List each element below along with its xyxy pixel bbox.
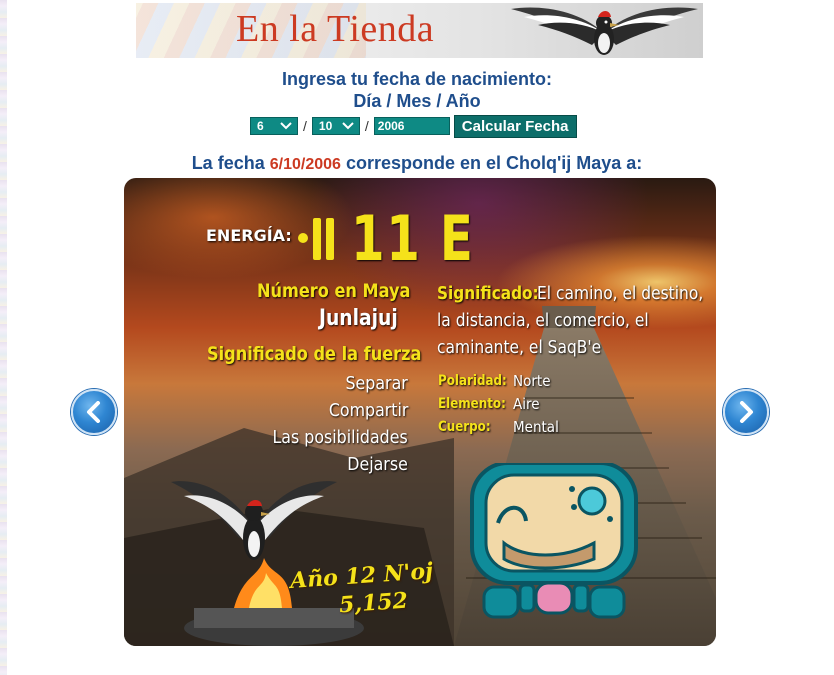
chevron-right-icon [740, 401, 753, 423]
bird-illustration-icon [171, 481, 337, 560]
meaning-line: caminante, el SaqB'e [437, 337, 602, 358]
date-separator: / [303, 118, 307, 134]
force-meaning-item: Dejarse [347, 454, 408, 475]
meaning-label: Significado: [437, 283, 539, 304]
force-meaning-item: Separar [345, 373, 408, 394]
result-suffix: corresponde en el Cholq'ij Maya a: [345, 153, 643, 173]
year-input[interactable]: 2006 [373, 117, 450, 135]
maya-number-label: Número en Maya [257, 280, 411, 302]
result-prefix: La fecha [191, 153, 265, 173]
element-label: Elemento: [438, 396, 506, 412]
chevron-down-icon [342, 122, 354, 130]
body-value: Mental [513, 418, 559, 436]
date-input-row: 6 / 10 / 2006 Calcular Fecha [250, 114, 577, 138]
store-banner[interactable]: En la Tienda [136, 3, 703, 58]
result-heading: La fecha 6/10/2006 corresponde en el Cho… [0, 153, 834, 174]
previous-day-button[interactable] [71, 389, 117, 435]
maya-number-bars-icon [298, 218, 334, 260]
result-date: 6/10/2006 [269, 156, 341, 173]
year-number: 5,152 [338, 587, 409, 619]
element-value: Aire [513, 395, 540, 413]
month-select-value: 10 [318, 119, 333, 133]
meaning-line: El camino, el destino, [537, 283, 704, 304]
force-meaning-item: Las posibilidades [272, 427, 408, 448]
form-prompt: Ingresa tu fecha de nacimiento: [281, 69, 553, 89]
date-separator: / [364, 118, 369, 134]
month-select[interactable]: 10 [311, 117, 360, 135]
energy-label: ENERGÍA: [206, 226, 292, 245]
calculate-date-button[interactable]: Calcular Fecha [453, 114, 577, 138]
form-format-hint: Día / Mes / Año [353, 91, 481, 111]
cholqij-result-card: ENERGÍA: 11 E Número en Maya Junlajuj Si… [124, 178, 716, 646]
chevron-left-icon [87, 401, 100, 423]
energy-value: 11 E [351, 202, 475, 275]
chevron-down-icon [280, 122, 292, 130]
polarity-label: Polaridad: [438, 373, 507, 389]
meaning-line: la distancia, el comercio, el [437, 310, 649, 331]
bird-emblem-icon [511, 7, 698, 55]
maya-day-glyph-icon [470, 463, 638, 619]
polarity-value: Norte [513, 372, 551, 390]
day-select-value: 6 [257, 119, 264, 133]
banner-title: En la Tienda [236, 8, 435, 50]
date-form: Ingresa tu fecha de nacimiento: Día / Me… [0, 68, 834, 173]
force-meaning-label: Significado de la fuerza [207, 343, 422, 365]
body-label: Cuerpo: [438, 419, 491, 435]
day-select[interactable]: 6 [250, 117, 298, 135]
force-meaning-item: Compartir [328, 400, 408, 421]
next-day-button[interactable] [723, 389, 769, 435]
maya-number-value: Junlajuj [319, 306, 398, 331]
